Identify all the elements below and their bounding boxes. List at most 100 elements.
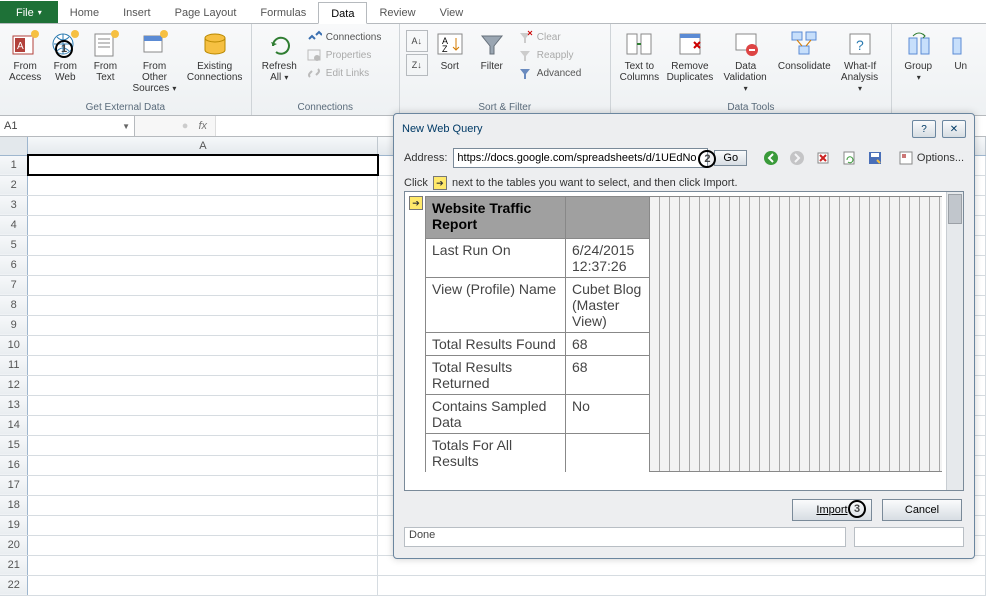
tab-data[interactable]: Data <box>318 2 367 24</box>
name-box-value: A1 <box>4 120 17 132</box>
row-header[interactable]: 9 <box>0 315 28 335</box>
dialog-titlebar[interactable]: New Web Query ? ✕ <box>394 114 974 144</box>
chevron-down-icon: ▾ <box>169 84 176 93</box>
row-header[interactable]: 2 <box>0 175 28 195</box>
from-access-button[interactable]: AFrom Access <box>6 26 44 85</box>
row-header[interactable]: 5 <box>0 235 28 255</box>
import-button[interactable]: Import <box>792 499 872 521</box>
row-header[interactable]: 1 <box>0 155 28 175</box>
cell[interactable] <box>28 455 378 475</box>
cell[interactable] <box>28 395 378 415</box>
tab-review[interactable]: Review <box>367 1 427 23</box>
group-connections: Refresh All ▾ Connections Properties Edi… <box>252 24 400 115</box>
back-icon[interactable] <box>763 150 779 166</box>
row-header[interactable]: 8 <box>0 295 28 315</box>
cell[interactable] <box>28 515 378 535</box>
cell[interactable] <box>28 215 378 235</box>
group-button[interactable]: Group ▾ <box>898 26 939 85</box>
row-header[interactable]: 16 <box>0 455 28 475</box>
sort-desc-button[interactable]: Z↓ <box>406 54 428 76</box>
what-if-button[interactable]: ?What-If Analysis ▾ <box>835 26 885 96</box>
name-box[interactable]: A1▼ <box>0 116 135 136</box>
tab-insert[interactable]: Insert <box>111 1 163 23</box>
refresh-page-icon[interactable] <box>841 150 857 166</box>
clear-button[interactable]: Clear <box>514 28 604 46</box>
go-button[interactable]: Go <box>714 150 747 166</box>
col-header-a[interactable]: A <box>28 137 378 155</box>
from-other-sources-button[interactable]: From Other Sources ▾ <box>126 26 182 96</box>
data-validation-button[interactable]: Data Validation ▾ <box>718 26 773 96</box>
properties-button[interactable]: Properties <box>303 46 393 64</box>
row-header[interactable]: 13 <box>0 395 28 415</box>
cell[interactable] <box>28 495 378 515</box>
consolidate-button[interactable]: Consolidate <box>775 26 833 74</box>
row-header[interactable]: 22 <box>0 575 28 595</box>
cell[interactable] <box>28 195 378 215</box>
options-link[interactable]: Options... <box>894 150 964 166</box>
select-all[interactable] <box>0 137 28 155</box>
sort-button[interactable]: AZSort <box>430 26 470 74</box>
row-header[interactable]: 17 <box>0 475 28 495</box>
row-header[interactable]: 14 <box>0 415 28 435</box>
sort-asc-button[interactable]: A↓ <box>406 30 428 52</box>
help-button[interactable]: ? <box>912 120 936 138</box>
advanced-button[interactable]: Advanced <box>514 64 604 82</box>
tab-home[interactable]: Home <box>58 1 111 23</box>
preview-scrollbar[interactable] <box>946 192 963 490</box>
from-web-button[interactable]: From Web <box>46 26 84 85</box>
tab-file[interactable]: File▾ <box>0 1 58 23</box>
cell[interactable] <box>28 435 378 455</box>
tab-view[interactable]: View <box>428 1 476 23</box>
cell[interactable] <box>28 535 378 555</box>
cell[interactable] <box>28 255 378 275</box>
filter-button[interactable]: Filter <box>472 26 512 74</box>
cancel-button[interactable]: Cancel <box>882 499 962 521</box>
cell[interactable] <box>28 275 378 295</box>
cell[interactable] <box>28 155 378 175</box>
forward-icon[interactable] <box>789 150 805 166</box>
row-header[interactable]: 20 <box>0 535 28 555</box>
reapply-button[interactable]: Reapply <box>514 46 604 64</box>
ungroup-button[interactable]: Un <box>941 26 980 74</box>
row-header[interactable]: 15 <box>0 435 28 455</box>
row-header[interactable]: 4 <box>0 215 28 235</box>
web-preview[interactable]: Website Traffic Report Last Run On6/24/2… <box>404 191 964 491</box>
row-header[interactable]: 10 <box>0 335 28 355</box>
cell[interactable] <box>28 375 378 395</box>
cell[interactable] <box>28 355 378 375</box>
remove-duplicates-button[interactable]: Remove Duplicates <box>664 26 716 85</box>
cell[interactable] <box>28 175 378 195</box>
tab-formulas[interactable]: Formulas <box>248 1 318 23</box>
existing-connections-button[interactable]: Existing Connections <box>185 26 245 85</box>
connections-button[interactable]: Connections <box>303 28 393 46</box>
cell[interactable] <box>28 415 378 435</box>
row-header[interactable]: 18 <box>0 495 28 515</box>
row-header[interactable]: 12 <box>0 375 28 395</box>
cell[interactable] <box>378 575 986 595</box>
row-header[interactable]: 6 <box>0 255 28 275</box>
close-button[interactable]: ✕ <box>942 120 966 138</box>
cell[interactable] <box>28 575 378 595</box>
cell[interactable] <box>28 555 378 575</box>
row-header[interactable]: 19 <box>0 515 28 535</box>
text-to-columns-button[interactable]: Text to Columns <box>617 26 662 85</box>
select-table-arrow[interactable] <box>409 196 423 210</box>
stop-icon[interactable] <box>815 150 831 166</box>
row-header[interactable]: 3 <box>0 195 28 215</box>
tab-page-layout[interactable]: Page Layout <box>163 1 249 23</box>
cell[interactable] <box>28 295 378 315</box>
cell[interactable] <box>28 315 378 335</box>
cell[interactable] <box>28 475 378 495</box>
row-header[interactable]: 11 <box>0 355 28 375</box>
table-cell: Total Results Found <box>426 333 566 356</box>
row-header[interactable]: 7 <box>0 275 28 295</box>
from-text-button[interactable]: From Text <box>86 26 124 85</box>
edit-links-button[interactable]: Edit Links <box>303 64 393 82</box>
row-header[interactable]: 21 <box>0 555 28 575</box>
cell[interactable] <box>28 235 378 255</box>
save-query-icon[interactable] <box>867 150 883 166</box>
address-input[interactable] <box>453 148 708 168</box>
from-text-label: From Text <box>94 61 117 83</box>
refresh-all-button[interactable]: Refresh All ▾ <box>258 26 301 85</box>
cell[interactable] <box>28 335 378 355</box>
